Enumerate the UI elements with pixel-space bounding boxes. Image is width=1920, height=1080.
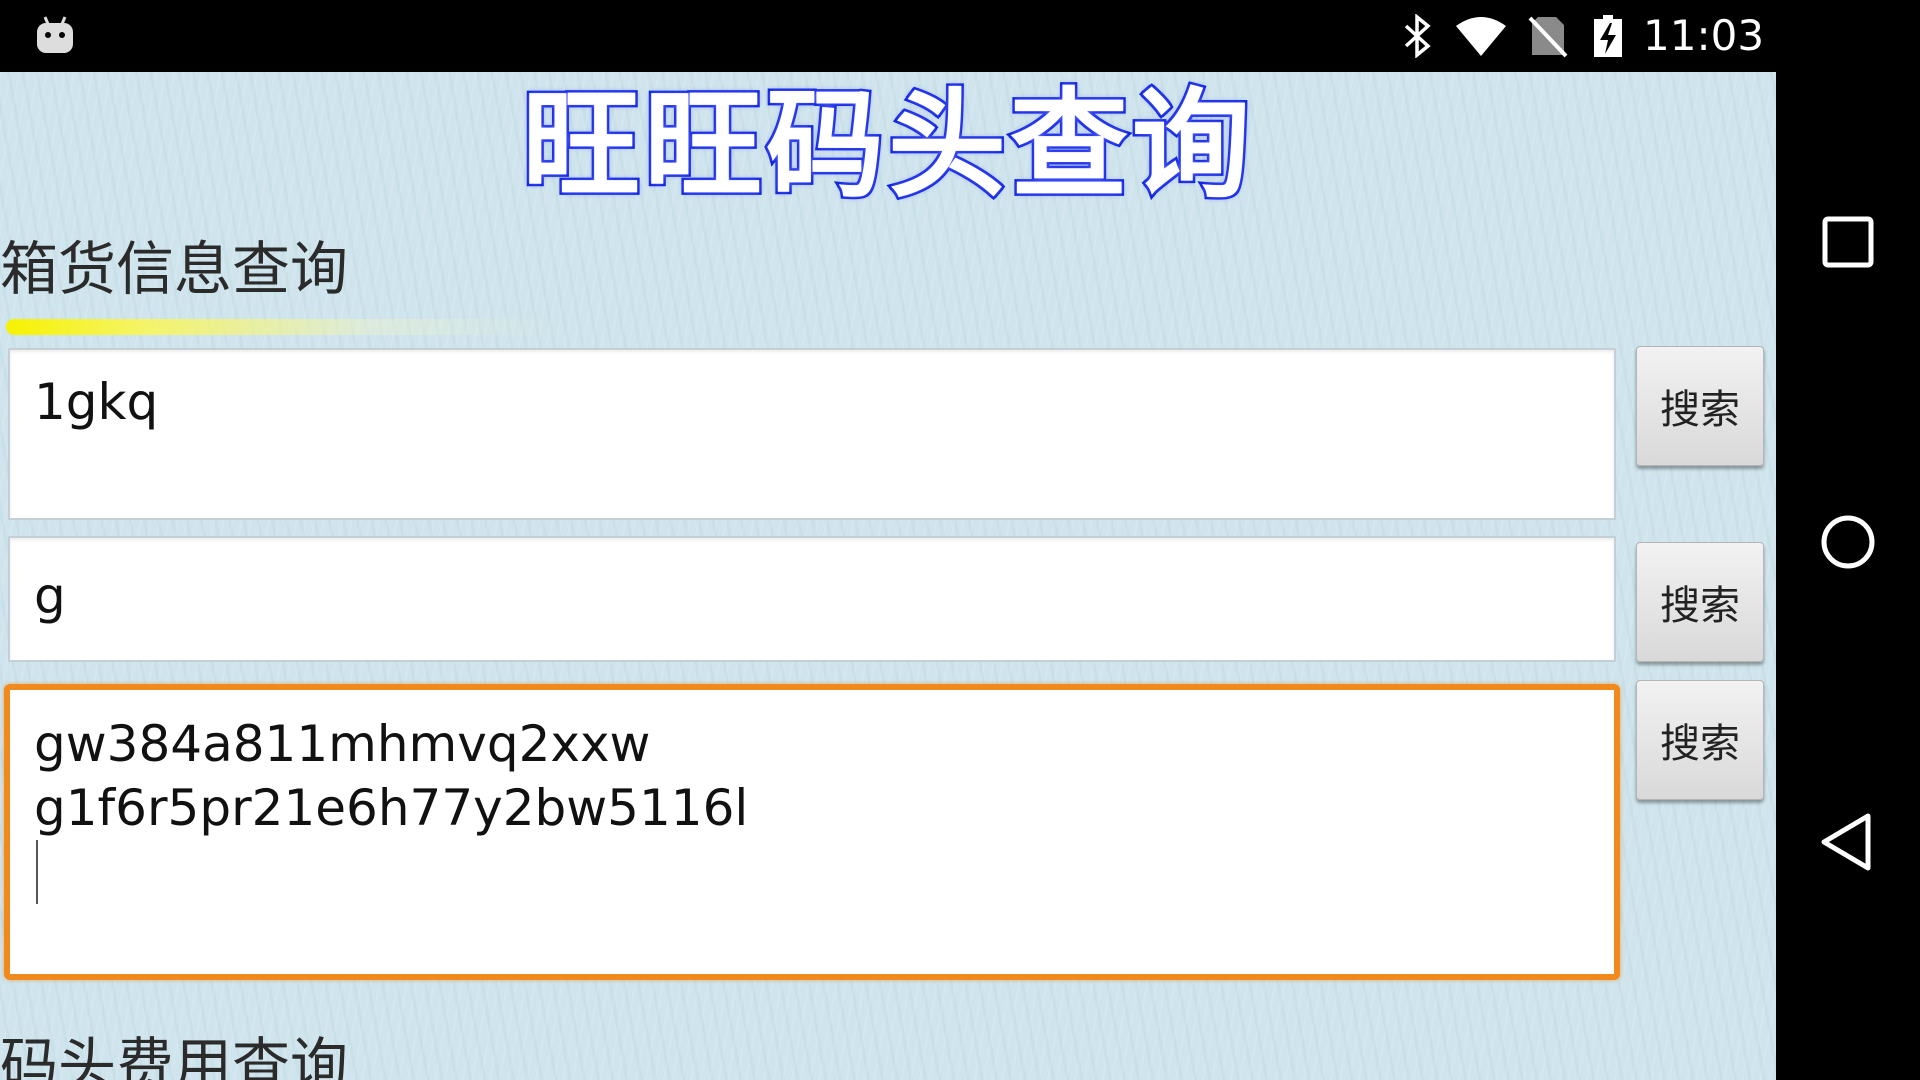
section-highlight-bar: [6, 319, 566, 335]
wifi-icon: [1456, 17, 1506, 56]
query-input-3-value: gw384a811mhmvq2xxw g1f6r5pr21e6h77y2bw51…: [34, 715, 749, 837]
query-input-3-focused[interactable]: gw384a811mhmvq2xxw g1f6r5pr21e6h77y2bw51…: [4, 684, 1620, 980]
app-title: 旺旺码头查询: [519, 74, 1254, 217]
battery-charging-icon: [1594, 15, 1622, 57]
text-cursor: [36, 840, 38, 904]
home-icon[interactable]: [1812, 506, 1884, 578]
no-sim-icon: [1528, 16, 1568, 58]
search-button-3[interactable]: 搜索: [1636, 680, 1764, 800]
search-button-2[interactable]: 搜索: [1636, 542, 1764, 662]
android-debug-icon: [37, 16, 73, 53]
back-icon[interactable]: [1812, 806, 1884, 878]
recents-icon[interactable]: [1812, 206, 1884, 278]
search-button-1[interactable]: 搜索: [1636, 346, 1764, 466]
app-content: 旺旺码头查询 箱货信息查询 1gkq 搜索 g 搜索 gw384a811mhmv…: [0, 72, 1776, 1080]
bluetooth-icon: [1404, 14, 1431, 58]
navigation-bar: [1776, 72, 1920, 1080]
query-input-2[interactable]: g: [8, 536, 1616, 662]
status-clock: 11:03: [1643, 11, 1765, 60]
section-title-fees: 码头费用查询: [0, 1031, 349, 1080]
query-input-2-value: g: [34, 567, 66, 625]
query-input-1[interactable]: 1gkq: [8, 348, 1616, 520]
query-input-1-value: 1gkq: [34, 373, 159, 431]
status-bar: 11:03: [0, 0, 1920, 72]
section-title-cargo: 箱货信息查询: [0, 235, 349, 303]
